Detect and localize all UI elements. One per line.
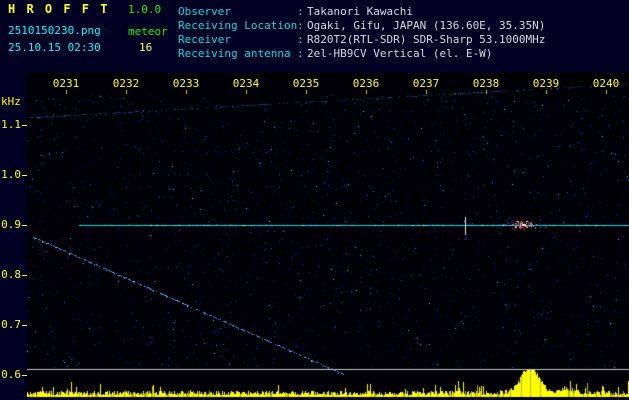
freq-tick — [22, 275, 27, 276]
info-separator: : — [297, 5, 304, 18]
freq-tick-label: 0.8 — [1, 268, 21, 281]
info-value: Takanori Kawachi — [307, 5, 413, 18]
time-tick-label: 0231 — [52, 77, 80, 90]
info-value: Ogaki, Gifu, JAPAN (136.60E, 35.35N) — [307, 19, 546, 32]
freq-tick — [22, 225, 27, 226]
app-title: H R O F F T — [8, 2, 110, 16]
freq-tick — [22, 325, 27, 326]
time-tick-label: 0239 — [532, 77, 560, 90]
mode-label: meteor — [128, 25, 168, 38]
output-filename: 2510150230.png — [8, 24, 101, 37]
freq-tick — [22, 175, 27, 176]
freq-tick — [22, 375, 27, 376]
spectrogram-canvas — [27, 72, 629, 398]
info-row: Receiver: R820T2(RTL-SDR) SDR-Sharp 53.10… — [178, 33, 545, 47]
freq-tick-label: 0.7 — [1, 318, 21, 331]
time-tick-label: 0236 — [352, 77, 380, 90]
info-value: R820T2(RTL-SDR) SDR-Sharp 53.1000MHz — [307, 33, 546, 46]
time-tick-label: 0240 — [592, 77, 620, 90]
info-label: Observer — [178, 5, 231, 18]
info-row: Receiving antenna:2el-HB9CV Vertical (el… — [178, 47, 545, 61]
freq-tick-label: 1.1 — [1, 118, 21, 131]
info-row: Observer: Takanori Kawachi — [178, 5, 545, 19]
info-separator: : — [297, 19, 304, 32]
info-label: Receiving antenna — [178, 47, 291, 60]
info-row: Receiving Location: Ogaki, Gifu, JAPAN (1… — [178, 19, 545, 33]
freq-tick-label: 0.9 — [1, 218, 21, 231]
freq-tick — [22, 125, 27, 126]
info-separator: : — [297, 47, 304, 60]
time-tick-label: 0238 — [472, 77, 500, 90]
freq-axis-unit: kHz — [1, 95, 21, 108]
hrofft-output: H R O F F T 1.0.0 2510150230.png meteor … — [0, 0, 629, 400]
timestamp: 25.10.15 02:30 — [8, 41, 101, 54]
freq-tick-label: 1.0 — [1, 168, 21, 181]
time-tick-label: 0234 — [232, 77, 260, 90]
info-label: Receiver — [178, 33, 231, 46]
freq-tick-label: 0.6 — [1, 368, 21, 381]
echo-count: 16 — [139, 41, 153, 54]
time-tick-label: 0232 — [112, 77, 140, 90]
time-tick-label: 0237 — [412, 77, 440, 90]
observer-info: Observer: Takanori Kawachi Receiving Loca… — [178, 5, 545, 61]
app-version: 1.0.0 — [128, 3, 162, 16]
info-label: Receiving Location — [178, 19, 298, 32]
info-separator: : — [297, 33, 304, 46]
time-tick-label: 0235 — [292, 77, 320, 90]
info-value: 2el-HB9CV Vertical (el. E-W) — [307, 47, 493, 60]
time-tick-label: 0233 — [172, 77, 200, 90]
